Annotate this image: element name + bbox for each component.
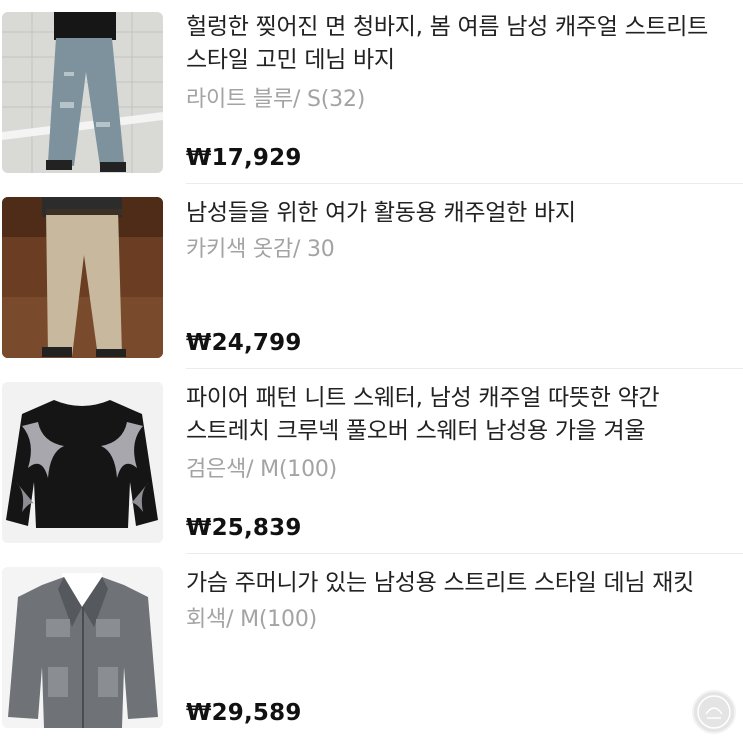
product-image[interactable] (2, 567, 163, 728)
product-title[interactable]: 파이어 패턴 니트 스웨터, 남성 캐주얼 따뜻한 약간 스트레치 크루넥 풀오… (186, 382, 740, 448)
product-price: ₩29,589 (186, 700, 302, 726)
product-image[interactable] (2, 197, 163, 358)
divider (186, 368, 743, 369)
product-title[interactable]: 남성들을 위한 여가 활동용 캐주얼한 바지 (186, 197, 740, 230)
product-image[interactable] (2, 382, 163, 543)
product-option: 검은색/ M(100) (186, 457, 338, 482)
divider (186, 553, 743, 554)
divider (186, 183, 743, 184)
product-price: ₩17,929 (186, 145, 302, 171)
product-option: 라이트 블루/ S(32) (186, 87, 366, 112)
product-price: ₩25,839 (186, 515, 302, 541)
product-price: ₩24,799 (186, 330, 302, 356)
product-option: 회색/ M(100) (186, 607, 318, 632)
product-image[interactable] (2, 12, 163, 173)
product-title[interactable]: 헐렁한 찢어진 면 청바지, 봄 여름 남성 캐주얼 스트리트 스타일 고민 데… (186, 11, 740, 77)
product-option: 카키색 옷감/ 30 (186, 237, 335, 262)
product-title[interactable]: 가슴 주머니가 있는 남성용 스트리트 스타일 데님 재킷 (186, 567, 740, 600)
shop-badge-icon (692, 690, 736, 734)
